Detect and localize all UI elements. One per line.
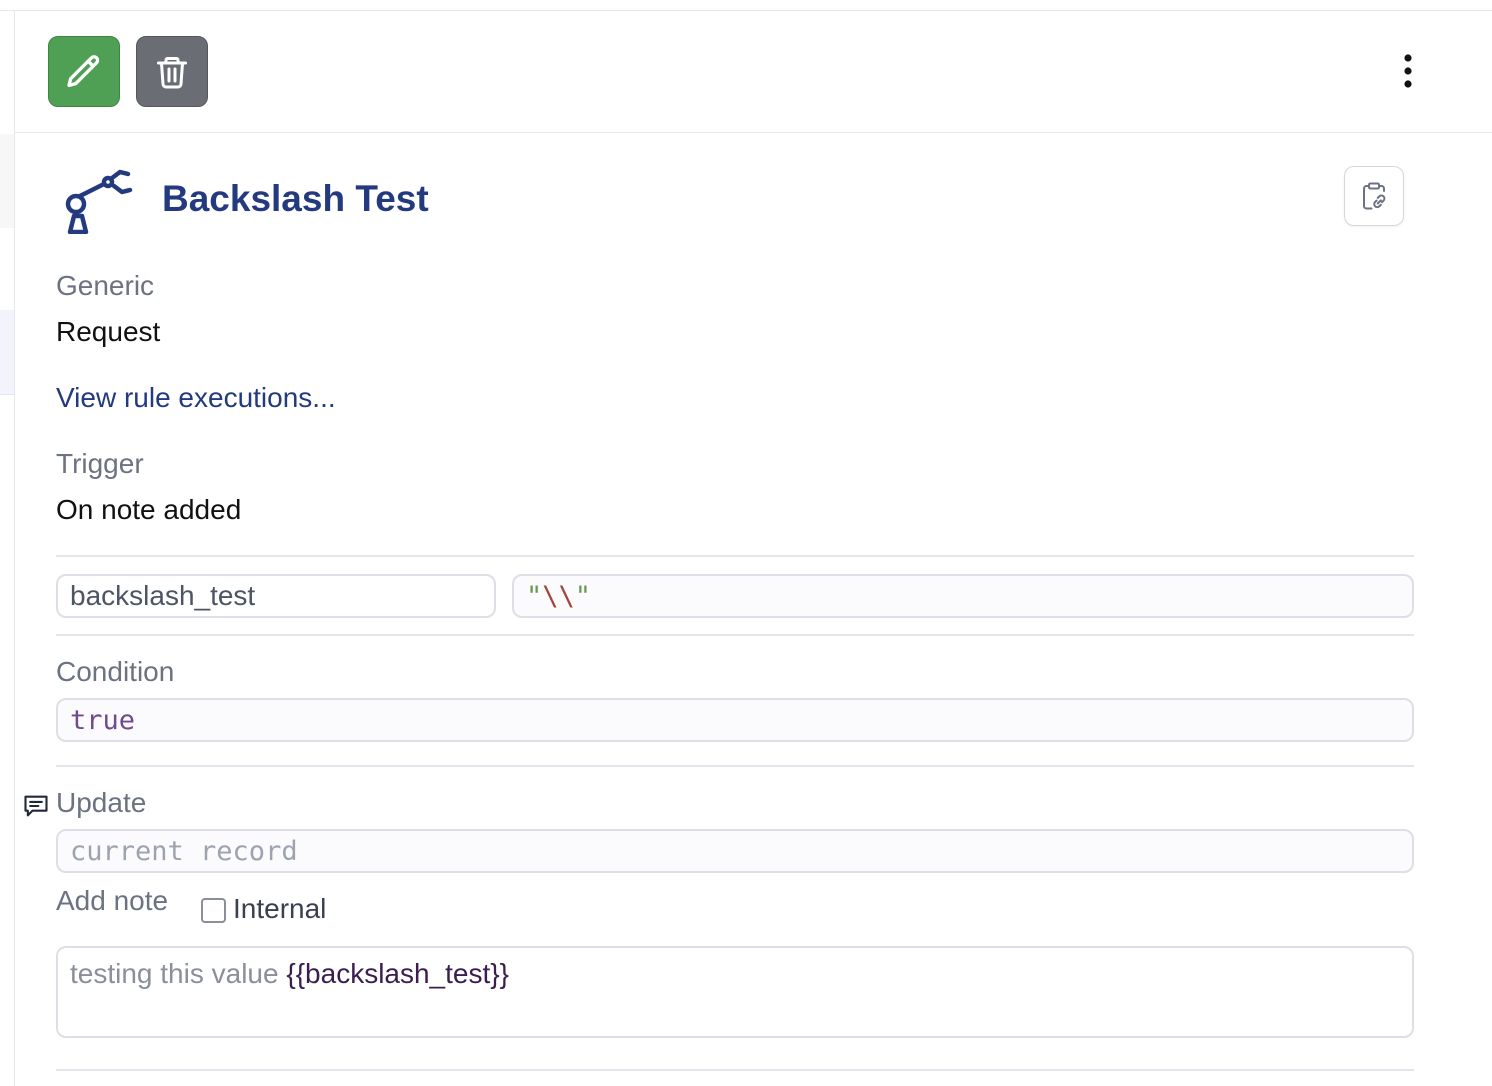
delete-button[interactable]: [136, 36, 208, 107]
internal-checkbox-label[interactable]: Internal: [233, 893, 326, 925]
view-rule-executions-link[interactable]: View rule executions...: [56, 382, 336, 414]
note-text: testing this value: [70, 958, 287, 989]
condition-label: Condition: [56, 656, 175, 687]
section-divider: [56, 765, 1414, 767]
value-quote-open: ": [526, 580, 543, 612]
variable-name-input[interactable]: backslash_test: [56, 574, 496, 618]
add-note-label: Add note: [56, 885, 169, 916]
rule-type-value: Request: [56, 316, 161, 347]
robot-arm-icon: [65, 169, 133, 234]
pencil-icon: [67, 54, 100, 87]
update-label: Update: [56, 787, 147, 818]
left-panel-divider: [0, 394, 14, 395]
page-title: Backslash Test: [162, 178, 429, 219]
trigger-value: On note added: [56, 494, 242, 525]
value-escape-chars: \\: [542, 580, 575, 612]
condition-input[interactable]: true: [56, 698, 1414, 742]
left-panel-selected-stub: [0, 310, 14, 394]
trash-icon: [157, 56, 187, 88]
update-target-placeholder: current record: [70, 835, 298, 867]
clipboard-link-icon: [1363, 182, 1386, 210]
value-quote-close: ": [574, 580, 592, 612]
kebab-vertical-icon: [1404, 54, 1412, 88]
trigger-label: Trigger: [56, 448, 144, 479]
section-divider: [56, 634, 1414, 636]
more-options-button[interactable]: [1393, 49, 1423, 93]
copy-link-button[interactable]: [1344, 166, 1404, 226]
variable-name-text: backslash_test: [70, 580, 256, 611]
toolbar: [15, 11, 1492, 133]
note-template-variable: {{backslash_test}}: [286, 958, 509, 989]
note-textarea[interactable]: testing this value {{backslash_test}}: [56, 946, 1414, 1038]
condition-value: true: [70, 704, 136, 736]
left-panel-stub: [0, 134, 14, 228]
internal-checkbox[interactable]: [201, 898, 226, 923]
edit-button[interactable]: [48, 36, 120, 107]
rule-header: Backslash Test: [56, 160, 1416, 240]
section-divider: [56, 1069, 1414, 1071]
left-panel-border: [14, 10, 15, 1086]
chat-note-icon[interactable]: [22, 792, 50, 820]
rule-type-label: Generic: [56, 270, 155, 301]
section-divider: [56, 555, 1414, 557]
update-target-input[interactable]: current record: [56, 829, 1414, 873]
variable-value-input[interactable]: " \\ ": [512, 574, 1414, 618]
